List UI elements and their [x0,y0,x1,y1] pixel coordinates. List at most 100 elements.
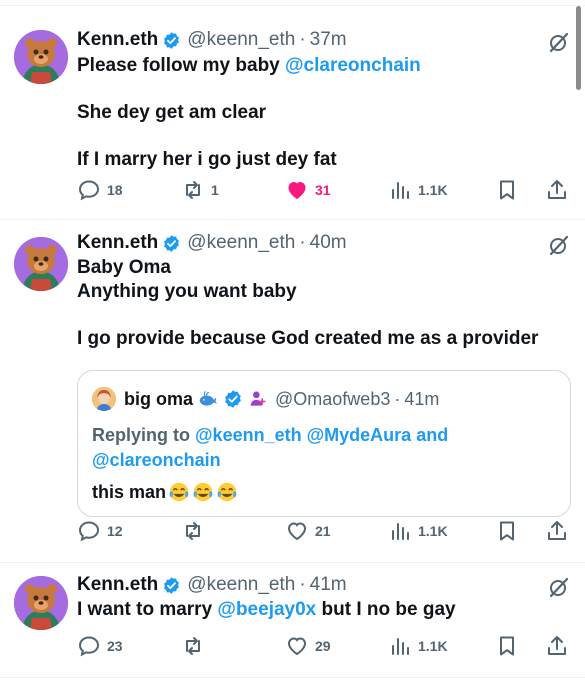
bear-avatar-icon [14,576,68,630]
handle[interactable]: @keenn_eth [187,574,295,596]
repost-button[interactable] [181,633,211,659]
like-button[interactable]: 29 [285,633,331,659]
tweet-text-line: I go provide because God created me as a… [77,328,539,349]
cartoon-avatar-icon [92,387,116,411]
views-icon [392,638,409,655]
mention-link[interactable]: @clareonchain [92,450,221,470]
quote-text-line: this man [92,481,167,502]
reply-count: 18 [107,182,123,198]
tweet[interactable]: Kenn.eth @keenn_eth · 37m Please follow … [0,6,585,220]
tweet-text: Please follow my baby @clareonchain She … [77,54,571,172]
quote-avatar[interactable] [92,387,116,411]
tweet-actions: 18 1 31 1.1K [77,177,571,203]
tweet-header: Kenn.eth @keenn_eth · 41m [77,573,571,597]
tweet-header: Kenn.eth @keenn_eth · 37m [77,28,571,52]
avatar[interactable] [14,30,68,84]
views-button[interactable]: 1.1K [388,177,448,203]
tweet-text-line: She dey get am clear [77,102,267,123]
share-icon [548,636,566,655]
share-button[interactable] [545,633,569,659]
verified-badge-icon [164,234,180,252]
mention-link[interactable]: @MydeAura [307,425,412,445]
bookmark-button[interactable] [495,177,519,203]
tweet-text-line: Baby Oma [77,257,171,278]
bookmark-button[interactable] [495,518,519,544]
display-name[interactable]: Kenn.eth [77,574,158,596]
bookmark-icon [500,180,514,200]
reply-icon [78,636,100,657]
tweet-text-line: If I marry her i go just dey fat [77,149,337,170]
tweet-text: Baby Oma Anything you want baby I go pro… [77,256,571,351]
reply-button[interactable]: 12 [77,518,123,544]
share-button[interactable] [545,177,569,203]
reply-icon [78,521,100,542]
repost-icon [186,522,200,540]
verified-badge-icon [164,576,180,594]
quote-header: big oma @Omaofweb3 · 41m [92,387,439,411]
bookmark-icon [500,521,514,541]
views-icon [392,182,409,199]
display-name[interactable]: Kenn.eth [77,29,158,51]
tweet-actions: 12 21 1.1K [77,518,571,544]
bookmark-button[interactable] [495,633,519,659]
mention-link[interactable]: @clareonchain [285,55,421,76]
heart-icon [288,182,306,199]
views-button[interactable]: 1.1K [388,633,448,659]
repost-button[interactable]: 1 [181,177,219,203]
timestamp[interactable]: 37m [310,29,347,51]
quote-handle[interactable]: @Omaofweb3 [275,389,390,410]
and-label: and [411,425,449,445]
verified-badge-icon [164,31,180,49]
tweet[interactable]: Kenn.eth @keenn_eth · 40m Baby Oma Anyth… [0,221,585,563]
like-count: 29 [315,638,331,654]
tweet-text: I want to marry @beejay0x but I no be ga… [77,598,571,622]
reply-button[interactable]: 18 [77,177,123,203]
heart-icon [287,522,307,541]
tweet-text-line: but I no be gay [316,599,456,620]
repost-icon [186,637,200,655]
handle[interactable]: @keenn_eth [187,232,295,254]
heart-icon [287,637,307,656]
view-count: 1.1K [418,523,448,539]
share-icon [548,180,566,199]
share-button[interactable] [545,518,569,544]
views-button[interactable]: 1.1K [388,518,448,544]
avatar[interactable] [14,237,68,291]
tears-of-joy-emoji-icon [217,482,237,502]
tweet-header: Kenn.eth @keenn_eth · 40m [77,231,571,255]
grok-icon[interactable] [547,233,571,257]
tears-of-joy-emoji-icon [169,482,189,502]
replying-to-label: Replying to [92,425,195,445]
separator-dot: · [394,388,401,409]
reply-count: 12 [107,523,123,539]
quote-text: this man [92,481,238,503]
quote-display-name[interactable]: big oma [124,389,193,410]
view-count: 1.1K [418,182,448,198]
quoted-tweet[interactable]: big oma @Omaofweb3 · 41m Replying to @ke… [77,370,571,517]
quote-timestamp[interactable]: 41m [404,389,439,410]
bear-avatar-icon [14,30,68,84]
timestamp[interactable]: 41m [310,574,347,596]
display-name[interactable]: Kenn.eth [77,232,158,254]
whale-icon [199,390,218,406]
views-icon [392,523,409,540]
affiliate-person-icon [250,391,266,406]
handle[interactable]: @keenn_eth [187,29,295,51]
tweet-text-line: Please follow my baby [77,55,286,76]
grok-icon[interactable] [547,30,571,54]
like-count: 31 [315,182,331,198]
reply-button[interactable]: 23 [77,633,123,659]
timestamp[interactable]: 40m [310,232,347,254]
repost-button[interactable] [181,518,211,544]
mention-link[interactable]: @beejay0x [217,599,316,620]
reply-count: 23 [107,638,123,654]
repost-icon [186,181,200,199]
grok-icon[interactable] [547,575,571,599]
avatar[interactable] [14,576,68,630]
tweet[interactable]: Kenn.eth @keenn_eth · 41m I want to marr… [0,564,585,678]
like-button[interactable]: 21 [285,518,331,544]
bookmark-icon [500,636,514,656]
mention-link[interactable]: @keenn_eth [195,425,302,445]
separator-dot: · [299,574,306,595]
like-button[interactable]: 31 [285,177,331,203]
